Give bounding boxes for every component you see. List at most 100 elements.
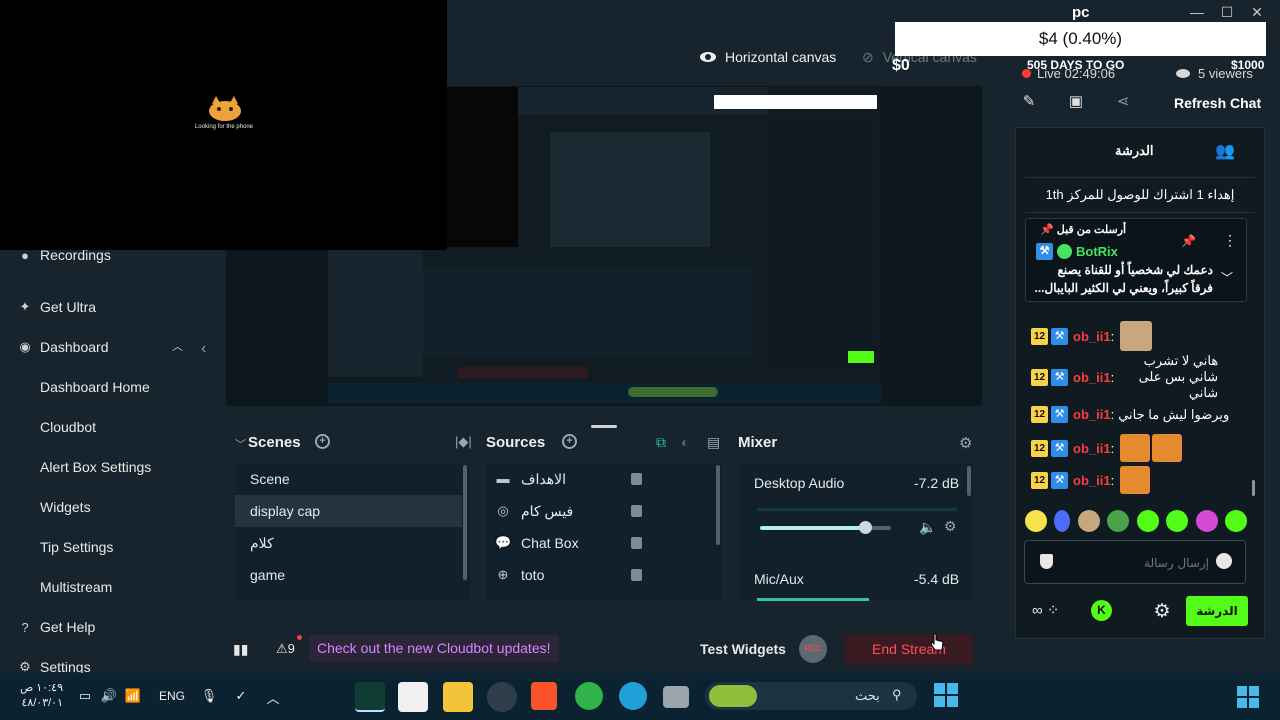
emote-icon[interactable] [1025, 510, 1047, 532]
end-stream-button[interactable]: End Stream [845, 634, 973, 664]
chat-scrollbar[interactable] [1252, 480, 1255, 496]
sidebar-item-alert-box-settings[interactable]: Alert Box Settings [0, 449, 200, 485]
emote-icon[interactable] [1166, 510, 1189, 532]
channel-settings-icon[interactable]: ⚙ [944, 518, 957, 535]
windows-logo-icon[interactable] [1237, 686, 1259, 708]
chat-settings-icon[interactable]: ⚙ [1151, 600, 1173, 622]
scene-item[interactable]: game [235, 559, 462, 591]
taskbar-search[interactable]: بحث ⚲ [705, 682, 917, 710]
lock-icon[interactable] [631, 537, 642, 549]
kick-logo-icon[interactable]: K [1091, 600, 1112, 621]
shield-icon[interactable] [1040, 554, 1053, 569]
sidebar-item-dashboard[interactable]: ◉ Dashboard ︿ [0, 329, 200, 365]
sidebar-item-tip-settings[interactable]: Tip Settings [0, 529, 200, 565]
edge-browser-icon[interactable] [619, 682, 647, 710]
scenes-scrollbar[interactable] [463, 465, 467, 580]
add-source-button[interactable]: + [562, 434, 577, 449]
transition-icon[interactable]: |◆| [455, 434, 472, 450]
emote-icon[interactable] [1224, 510, 1247, 532]
source-item[interactable]: ◎ فيس كام [490, 495, 715, 527]
emote-icon[interactable] [1077, 510, 1100, 532]
share-icon[interactable]: ⋖ [1113, 92, 1133, 112]
emote-icon[interactable] [1107, 510, 1130, 532]
minimize-button[interactable]: — [1187, 4, 1207, 24]
chevron-down-icon[interactable]: ﹀ [235, 436, 246, 452]
source-item[interactable]: ⊕ toto [490, 559, 715, 591]
streamlabs-app-icon[interactable] [355, 682, 385, 712]
battery-icon[interactable]: ▭ [76, 688, 94, 706]
source-item[interactable]: ▬ الاهداف [490, 463, 715, 495]
record-button[interactable]: REC [799, 635, 827, 663]
task-view-icon[interactable] [663, 686, 689, 708]
sources-scrollbar[interactable] [716, 465, 720, 545]
stats-icon[interactable]: ▮▮ [233, 641, 249, 657]
volume-icon[interactable]: 🔊 [100, 688, 118, 706]
sidebar-item-cloudbot[interactable]: Cloudbot [0, 409, 200, 445]
add-scene-button[interactable]: + [315, 434, 330, 449]
selective-recording-icon[interactable]: ⧉ [656, 434, 666, 451]
chat-send-button[interactable]: الدرشة [1186, 596, 1248, 626]
chat-username[interactable]: ob_ii1 [1073, 473, 1111, 488]
sidebar-item-get-help[interactable]: ? Get Help [0, 609, 200, 645]
chevron-up-icon[interactable]: ︿ [264, 688, 282, 706]
chat-message: 12 ⚒ ob_ii1: [1031, 321, 1153, 351]
taskbar-clock[interactable]: ١٠:٤٩ ص ٤٨/٠٣/٠١ [18, 681, 63, 711]
wifi-icon[interactable]: 📶 [124, 688, 142, 706]
chat-username[interactable]: ob_ii1 [1073, 441, 1111, 456]
sidebar-item-multistream[interactable]: Multistream [0, 569, 200, 605]
lock-icon[interactable] [631, 569, 642, 581]
sidebar-item-dashboard-home[interactable]: Dashboard Home [0, 369, 200, 405]
obs-app-icon[interactable] [487, 682, 517, 712]
scene-item[interactable]: كلام [235, 527, 462, 559]
chat-username[interactable]: ob_ii1 [1073, 370, 1111, 385]
store-app-icon[interactable] [398, 682, 428, 712]
scene-item[interactable]: Scene [235, 463, 462, 495]
test-widgets-button[interactable]: Test Widgets [700, 641, 786, 657]
brave-browser-icon[interactable] [531, 682, 557, 710]
close-button[interactable]: ✕ [1247, 4, 1267, 24]
tab-horizontal-canvas[interactable]: Horizontal canvas [700, 48, 836, 66]
cloudbot-notice[interactable]: Check out the new Cloudbot updates! [309, 635, 559, 662]
collapse-sidebar-icon[interactable]: ‹ [201, 340, 215, 360]
pinned-user[interactable]: ⚒ BotRix [1036, 243, 1118, 260]
lock-icon[interactable] [631, 473, 642, 485]
emoji-icon[interactable] [1216, 553, 1232, 569]
chat-input[interactable] [1059, 553, 1209, 573]
chat-username[interactable]: ob_ii1 [1073, 329, 1111, 344]
microphone-icon[interactable]: 🎙 [200, 688, 218, 706]
video-icon[interactable]: ▣ [1066, 92, 1086, 112]
streamlabs-tray-icon[interactable]: ✓ [232, 688, 250, 706]
folder-add-icon[interactable]: ▤ [707, 434, 720, 451]
file-explorer-icon[interactable] [443, 682, 473, 712]
scene-item-selected[interactable]: display cap [235, 495, 462, 527]
lock-icon[interactable] [631, 505, 642, 517]
refresh-chat-button[interactable]: Refresh Chat [1174, 95, 1261, 111]
source-item[interactable]: 💬 Chat Box [490, 527, 715, 559]
language-indicator[interactable]: ENG [159, 689, 185, 703]
more-options-icon[interactable]: ⋮ [1223, 232, 1237, 249]
emote-icon[interactable] [1136, 510, 1159, 532]
chevron-up-icon[interactable]: ︿ [172, 338, 183, 354]
windows-start-icon[interactable] [934, 683, 958, 707]
mixer-settings-icon[interactable]: ⚙ [959, 434, 972, 452]
infinity-icon[interactable]: ∞ ⁘ [1032, 601, 1074, 621]
sidebar-item-widgets[interactable]: Widgets [0, 489, 200, 525]
tab-chat[interactable]: الدرشة [1115, 143, 1154, 159]
audio-source-icon[interactable]: ◐ [681, 434, 689, 450]
pin-icon[interactable]: 📌 [1181, 234, 1196, 248]
speaker-icon[interactable]: 🔈 [919, 519, 936, 536]
maximize-button[interactable]: ☐ [1217, 4, 1237, 24]
volume-slider-handle[interactable] [859, 521, 872, 534]
emote-icon[interactable] [1054, 510, 1071, 532]
chevron-down-icon[interactable]: ﹀ [1221, 269, 1233, 286]
sidebar-item-get-ultra[interactable]: ✦ Get Ultra [0, 289, 200, 325]
chrome-browser-icon[interactable] [575, 682, 603, 710]
chat-username[interactable]: ob_ii1 [1073, 407, 1111, 422]
users-icon[interactable]: 👥 [1215, 141, 1235, 161]
pencil-icon[interactable]: ✎ [1019, 92, 1039, 112]
chat-icon: 💬 [495, 535, 512, 550]
emote-icon[interactable] [1195, 510, 1218, 532]
editor-splitter[interactable] [591, 425, 617, 428]
warnings[interactable]: ⚠9 [276, 641, 295, 657]
mixer-scrollbar[interactable] [967, 466, 971, 496]
